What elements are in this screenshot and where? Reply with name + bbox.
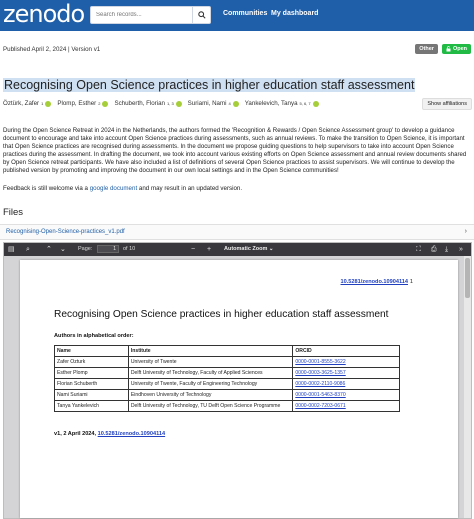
table-row: Tanya Yankelevich Delft University of Te… (54, 400, 400, 412)
feedback-pre: Feedback is still welcome via a (3, 185, 88, 192)
pdf-toolbar: ▤ ⌕ ⌃ ⌄ Page: 1 of 10 − + Automatic Zoom… (4, 243, 471, 256)
tools-menu-icon[interactable]: » (459, 245, 463, 254)
cell-orcid-link[interactable]: 0000-0001-8555-3622 (292, 356, 400, 368)
orcid-icon[interactable] (232, 100, 239, 107)
orcid-icon[interactable] (45, 100, 52, 107)
author-affiliation-number: 1 (41, 101, 44, 106)
pdf-page-number: 1 (409, 279, 413, 285)
cell-institute: Eindhoven University of Technology (127, 389, 294, 401)
pdf-viewer: ▤ ⌕ ⌃ ⌄ Page: 1 of 10 − + Automatic Zoom… (3, 242, 472, 519)
file-name-link[interactable]: Recognising-Open-Science-practices_v1.pd… (6, 229, 125, 235)
author-item[interactable]: Yankelevich, Tanya 5, 6, 7 (245, 100, 319, 107)
feedback-post: and may result in an updated version. (138, 185, 243, 192)
author-name: Öztürk, Zafer (3, 100, 40, 107)
cell-name: Florian Schuberth (54, 378, 129, 390)
authors-list: Öztürk, Zafer 1 Plomp, Esther 2 Schuberth,… (3, 100, 319, 107)
zoom-select[interactable]: Automatic Zoom ⌄ (224, 245, 274, 254)
search-button[interactable] (192, 7, 210, 23)
record-title: Recognising Open Science practices in hi… (3, 78, 416, 92)
sidebar-toggle-icon[interactable]: ▤ (8, 245, 15, 254)
table-row: Florian Schuberth University of Twente, … (54, 378, 400, 390)
print-icon[interactable]: ⎙ (431, 245, 437, 254)
published-info: Published April 2, 2024 | Version v1 (3, 46, 101, 53)
page-label: Page: (78, 246, 93, 252)
table-row: Nami Suriami Eindhoven University of Tec… (54, 389, 400, 401)
feedback-text: Feedback is still welcome via a google d… (3, 185, 242, 192)
author-affiliation-number: 2 (98, 101, 101, 106)
pdf-title: Recognising Open Science practices in hi… (54, 309, 389, 320)
google-document-link[interactable]: google document (90, 185, 137, 192)
pdf-version-doi-link[interactable]: 10.5281/zenodo.10904114 (98, 431, 165, 437)
table-header-row: Name Institute ORCID (54, 345, 400, 357)
find-icon[interactable]: ⌕ (26, 245, 30, 254)
cell-orcid-link[interactable]: 0000-0003-3625-1357 (292, 367, 400, 379)
next-page-icon[interactable]: ⌄ (60, 245, 66, 254)
author-item[interactable]: Schuberth, Florian 1, 3 (114, 100, 182, 107)
pdf-doi-link[interactable]: 10.5281/zenodo.10904114 (341, 279, 408, 285)
zoom-in-icon[interactable]: + (207, 245, 211, 254)
cell-institute: Delft University of Technology, TU Delft… (127, 400, 294, 412)
orcid-icon[interactable] (175, 100, 182, 107)
cell-orcid-link[interactable]: 0000-0002-2110-9086 (292, 378, 400, 390)
top-navbar: zenodo Communities My dashboard (0, 0, 474, 31)
cell-orcid-link[interactable]: 0000-0002-7203-0671 (292, 400, 400, 412)
author-name: Schuberth, Florian (114, 100, 165, 107)
table-row: Esther Plomp Delft University of Technol… (54, 367, 400, 379)
resource-type-badge: Other (415, 44, 438, 54)
scrollbar-thumb[interactable] (465, 258, 470, 298)
access-badge-label: Open (452, 46, 467, 52)
search-input[interactable] (91, 7, 193, 23)
search-icon (197, 11, 206, 19)
column-header: Name (54, 345, 129, 357)
record-badges: Other Open (415, 44, 471, 54)
author-affiliation-number: 1, 3 (167, 101, 174, 106)
cell-orcid-link[interactable]: 0000-0001-5463-8370 (292, 389, 400, 401)
file-accordion[interactable]: Recognising-Open-Science-practices_v1.pd… (0, 224, 474, 240)
unlock-icon (446, 46, 451, 52)
zoom-out-icon[interactable]: − (191, 245, 195, 254)
author-affiliation-number: 5, 6, 7 (299, 101, 311, 106)
author-name: Plomp, Esther (57, 100, 97, 107)
pdf-authors-heading: Authors in alphabetical order: (54, 333, 134, 339)
show-affiliations-button[interactable]: Show affiliations (422, 98, 472, 110)
page-number-input[interactable]: 1 (97, 245, 119, 253)
search-box (90, 6, 211, 24)
orcid-icon[interactable] (312, 100, 319, 107)
pdf-version-text: v1, 2 April 2024, (54, 431, 97, 437)
pdf-page: 10.5281/zenodo.10904114 1 Recognising Op… (20, 260, 458, 518)
author-item[interactable]: Plomp, Esther 2 (57, 100, 109, 107)
chevron-right-icon[interactable]: › (465, 228, 467, 235)
cell-institute: Delft University of Technology, Faculty … (127, 367, 294, 379)
cell-institute: University of Twente, Faculty of Enginee… (127, 378, 294, 390)
author-item[interactable]: Suriami, Nami 4 (188, 100, 239, 107)
author-name: Suriami, Nami (187, 100, 227, 107)
nav-my-dashboard[interactable]: My dashboard (271, 10, 318, 17)
orcid-icon[interactable] (102, 100, 109, 107)
author-affiliation-number: 4 (228, 101, 231, 106)
pdf-scrollbar[interactable] (464, 256, 471, 518)
author-item[interactable]: Öztürk, Zafer 1 (3, 100, 52, 107)
table-row: Zafer Ozturk University of Twente 0000-0… (54, 356, 400, 368)
access-badge: Open (441, 44, 471, 54)
previous-page-icon[interactable]: ⌃ (46, 245, 52, 254)
pdf-version-line: v1, 2 April 2024, 10.5281/zenodo.1090411… (54, 431, 165, 437)
cell-name: Zafer Ozturk (54, 356, 129, 368)
page-count: of 10 (123, 246, 136, 252)
zenodo-logo[interactable]: zenodo (3, 0, 85, 28)
cell-institute: University of Twente (127, 356, 294, 368)
presentation-mode-icon[interactable]: ⛶ (416, 245, 421, 254)
cell-name: Esther Plomp (54, 367, 129, 379)
download-icon[interactable]: ⤓ (445, 245, 448, 254)
record-description: During the Open Science Retreat in 2024 … (3, 127, 467, 175)
author-name: Yankelevich, Tanya (244, 100, 298, 107)
authors-table: Name Institute ORCID Zafer Ozturk Univer… (54, 345, 400, 412)
cell-name: Nami Suriami (54, 389, 129, 401)
column-header: Institute (127, 345, 294, 357)
column-header: ORCID (292, 345, 400, 357)
cell-name: Tanya Yankelevich (54, 400, 129, 412)
zoom-value: Automatic Zoom (224, 246, 268, 252)
nav-communities[interactable]: Communities (223, 10, 267, 17)
files-heading: Files (3, 207, 24, 218)
